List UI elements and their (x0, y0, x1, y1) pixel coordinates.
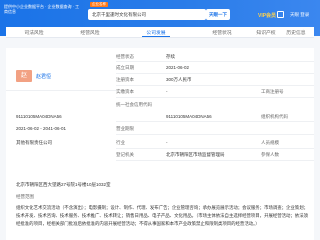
value-registration-authority: 北京市朝阳区市场监督管理局 (166, 152, 225, 157)
value-established: 2021-06-02 (166, 65, 190, 70)
term-left: 2021-06-02 - 2041-06-01 (16, 126, 67, 131)
tab-judicial-risk[interactable]: 司法风险 (14, 29, 54, 36)
business-scope-text: 组织文化艺术交流活动（不含演出）；电影摄制；设计、制作、代理、发布广告；企业管理… (16, 205, 308, 226)
label-status: 经营状态 (116, 54, 134, 59)
search-type-badge[interactable]: 企业名称 (90, 2, 108, 7)
credit-code-left: 91110105MA04DNA56 (16, 114, 62, 119)
vip-label[interactable]: VIP会员 (258, 13, 276, 19)
label-industry: 行业 (116, 140, 125, 145)
tab-operation-risk[interactable]: 经营风险 (70, 29, 110, 36)
label-credit-code: 统一社会信用代码 (116, 102, 152, 107)
label-registered-capital: 注册资本 (116, 77, 134, 82)
label-paid-capital: 实缴资本 (116, 89, 134, 94)
active-tab-indicator (142, 36, 170, 37)
value-credit-code: 91110105MA04DNA56 (166, 114, 212, 119)
divider (116, 97, 314, 98)
divider (116, 160, 314, 161)
label-org-code: 组织机构代码 (261, 114, 288, 119)
divider (6, 90, 116, 91)
registered-address: 北京市朝阳区西大望路27号院1号楼10层1032室 (16, 182, 111, 187)
divider (116, 148, 314, 149)
label-insured-count: 参保人数 (261, 152, 279, 157)
search-input[interactable] (92, 11, 202, 18)
divider (116, 61, 314, 62)
tab-history[interactable]: 历史信息 (276, 29, 316, 36)
label-business-scope: 经营范围 (16, 194, 34, 199)
value-status: 存续 (166, 54, 175, 59)
divider (116, 85, 314, 86)
business-info-card: 赵 赵君恒 91110105MA04DNA56 2021-06-02 - 204… (6, 48, 314, 240)
site-logo-text: 提供中小企业数据平台 · 企业数据查询 · 工商信息 (4, 4, 80, 14)
tab-company-development[interactable]: 公司发展 (136, 29, 176, 36)
label-registration-authority: 登记机关 (116, 152, 134, 157)
label-term: 营业期限 (116, 126, 134, 131)
divider (116, 73, 314, 74)
vip-link[interactable]: VIP会员 (258, 12, 276, 19)
cart-icon[interactable] (277, 11, 284, 18)
divider (116, 134, 314, 135)
label-business-reg-no: 工商注册号 (261, 89, 284, 94)
legal-rep-avatar: 赵 (16, 70, 32, 82)
legal-rep-name[interactable]: 赵君恒 (36, 73, 51, 80)
value-registered-capital: 300万人民币 (166, 77, 192, 82)
company-type: 其他有限责任公司 (16, 140, 52, 145)
value-industry: - (166, 140, 168, 145)
label-established: 成立日期 (116, 65, 134, 70)
section-nav: 司法风险 经营风险 公司发展 经营状况 知识产权 历史信息 (6, 27, 314, 38)
search-button[interactable]: 天眼一下 (206, 9, 230, 20)
label-staff-size: 人员规模 (261, 140, 279, 145)
divider (116, 121, 314, 122)
search-box[interactable] (88, 9, 206, 20)
tab-operation-status[interactable]: 经营状况 (202, 29, 242, 36)
value-paid-capital: - (166, 89, 168, 94)
login-link[interactable]: 天眼 登录 (290, 12, 309, 18)
